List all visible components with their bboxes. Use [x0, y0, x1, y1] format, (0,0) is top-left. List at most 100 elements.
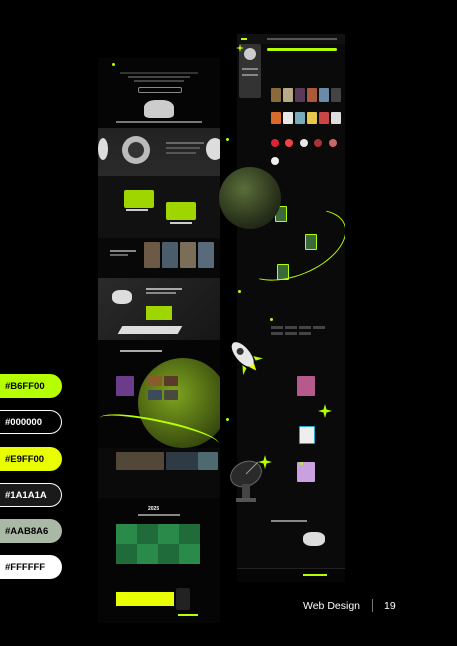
year-heading: 2025: [148, 506, 160, 512]
hero-button[interactable]: [138, 87, 182, 93]
poster-thumbnail[interactable]: [331, 88, 341, 102]
film-thumbnail[interactable]: [198, 242, 214, 268]
schedule-grid: [116, 524, 200, 564]
film-section: [98, 238, 220, 278]
swatch-yellow: #E9FF00: [0, 447, 62, 471]
film-text: [110, 254, 128, 256]
folder-icon: [124, 190, 154, 208]
swatch-white: #FFFFFF: [0, 555, 62, 579]
poster-thumbnail[interactable]: [283, 112, 293, 124]
film-thumbnail[interactable]: [162, 242, 178, 268]
swatch-label: #B6FF00: [5, 380, 45, 392]
hero-section: [98, 58, 220, 128]
planet-text: [120, 350, 162, 352]
poster-thumbnail[interactable]: [271, 112, 281, 124]
footer-logo: [178, 614, 198, 616]
sparkle-icon: [318, 404, 332, 418]
intro-text-line: [166, 142, 204, 144]
intro-section: [98, 128, 220, 176]
icon-row: [271, 134, 341, 165]
glow-dot: [238, 290, 241, 293]
poster-thumbnail[interactable]: [331, 112, 341, 124]
swatch-dark: #1A1A1A: [0, 483, 62, 507]
rocket-icon: [231, 342, 263, 376]
poster-thumbnail[interactable]: [307, 112, 317, 124]
nav-bar: [237, 34, 345, 44]
hero-text-line: [134, 80, 184, 82]
intro-text-line: [166, 147, 200, 149]
section-label: Web Design: [303, 600, 361, 612]
mascot-icon: [112, 290, 132, 304]
green-cube: [146, 306, 172, 320]
tag-grid: [271, 326, 341, 338]
photo-thumbnail[interactable]: [166, 452, 198, 470]
intro-text-line: [166, 152, 196, 154]
mockup-page-left: 2025: [98, 58, 220, 623]
glow-dot: [112, 63, 115, 66]
sparkle-icon: [258, 455, 272, 469]
folder-label: [126, 209, 148, 211]
event-thumbnail[interactable]: [164, 390, 178, 400]
year-subtitle: [138, 514, 180, 516]
cd-disc-icon: [206, 138, 220, 160]
cube-section: [98, 278, 220, 340]
planet-graphic: [219, 167, 281, 229]
floor-plane: [117, 326, 183, 334]
glow-dot: [226, 138, 229, 141]
year-section: 2025: [98, 498, 220, 588]
page-footer: [237, 568, 345, 582]
cube-text: [146, 292, 176, 294]
film-thumbnail[interactable]: [180, 242, 196, 268]
event-thumbnail[interactable]: [164, 376, 178, 386]
film-thumbnail[interactable]: [144, 242, 160, 268]
swatch-label: #E9FF00: [5, 453, 45, 465]
mascot-icon: [303, 532, 325, 546]
film-text: [110, 250, 136, 252]
photo-thumbnail[interactable]: [116, 452, 164, 470]
swatch-label: #1A1A1A: [5, 489, 47, 501]
photo-thumbnail[interactable]: [198, 452, 218, 470]
poster-thumbnail[interactable]: [283, 88, 293, 102]
cta-banner[interactable]: [116, 592, 174, 606]
highlight-bar: [267, 48, 337, 51]
page-number: 19: [384, 600, 396, 612]
cd-center: [128, 142, 144, 158]
folder-label: [170, 222, 192, 224]
folder-section: [98, 176, 220, 238]
poster-thumbnail[interactable]: [307, 88, 317, 102]
swatch-black: #000000: [0, 410, 62, 434]
swatch-lime: #B6FF00: [0, 374, 62, 398]
swatch-sage: #AAB8A6: [0, 519, 62, 543]
swatch-label: #000000: [5, 416, 42, 428]
profile-card[interactable]: [239, 44, 261, 98]
poster-thumbnail[interactable]: [319, 88, 329, 102]
phone-mockup: [176, 588, 190, 610]
glow-dot: [270, 318, 273, 321]
poster-thumbnail[interactable]: [297, 462, 315, 482]
folder-icon: [166, 202, 196, 220]
hero-text-line: [128, 76, 190, 78]
poster-thumbnail[interactable]: [319, 112, 329, 124]
poster-thumbnail[interactable]: [295, 112, 305, 124]
sparkle-icon: [236, 44, 244, 52]
photo-section: [98, 448, 220, 498]
glow-dot: [226, 418, 229, 421]
event-thumbnail[interactable]: [148, 376, 162, 386]
poster-thumbnail[interactable]: [295, 88, 305, 102]
planet-section: [98, 340, 220, 455]
footer-text: [271, 520, 307, 522]
cta-section: [98, 588, 220, 623]
cd-disc-icon: [98, 138, 108, 160]
poster-thumbnail[interactable]: [299, 426, 315, 444]
swatch-label: #FFFFFF: [5, 561, 46, 573]
mascot-icon: [144, 100, 174, 118]
marquee-banner: [116, 120, 202, 125]
event-thumbnail[interactable]: [116, 376, 134, 396]
hero-text-line: [120, 72, 198, 74]
poster-thumbnail[interactable]: [297, 376, 315, 396]
footer-divider: [372, 599, 373, 612]
event-thumbnail[interactable]: [148, 390, 162, 400]
swatch-label: #AAB8A6: [5, 525, 49, 537]
poster-thumbnail[interactable]: [271, 88, 281, 102]
cube-text: [146, 288, 182, 290]
